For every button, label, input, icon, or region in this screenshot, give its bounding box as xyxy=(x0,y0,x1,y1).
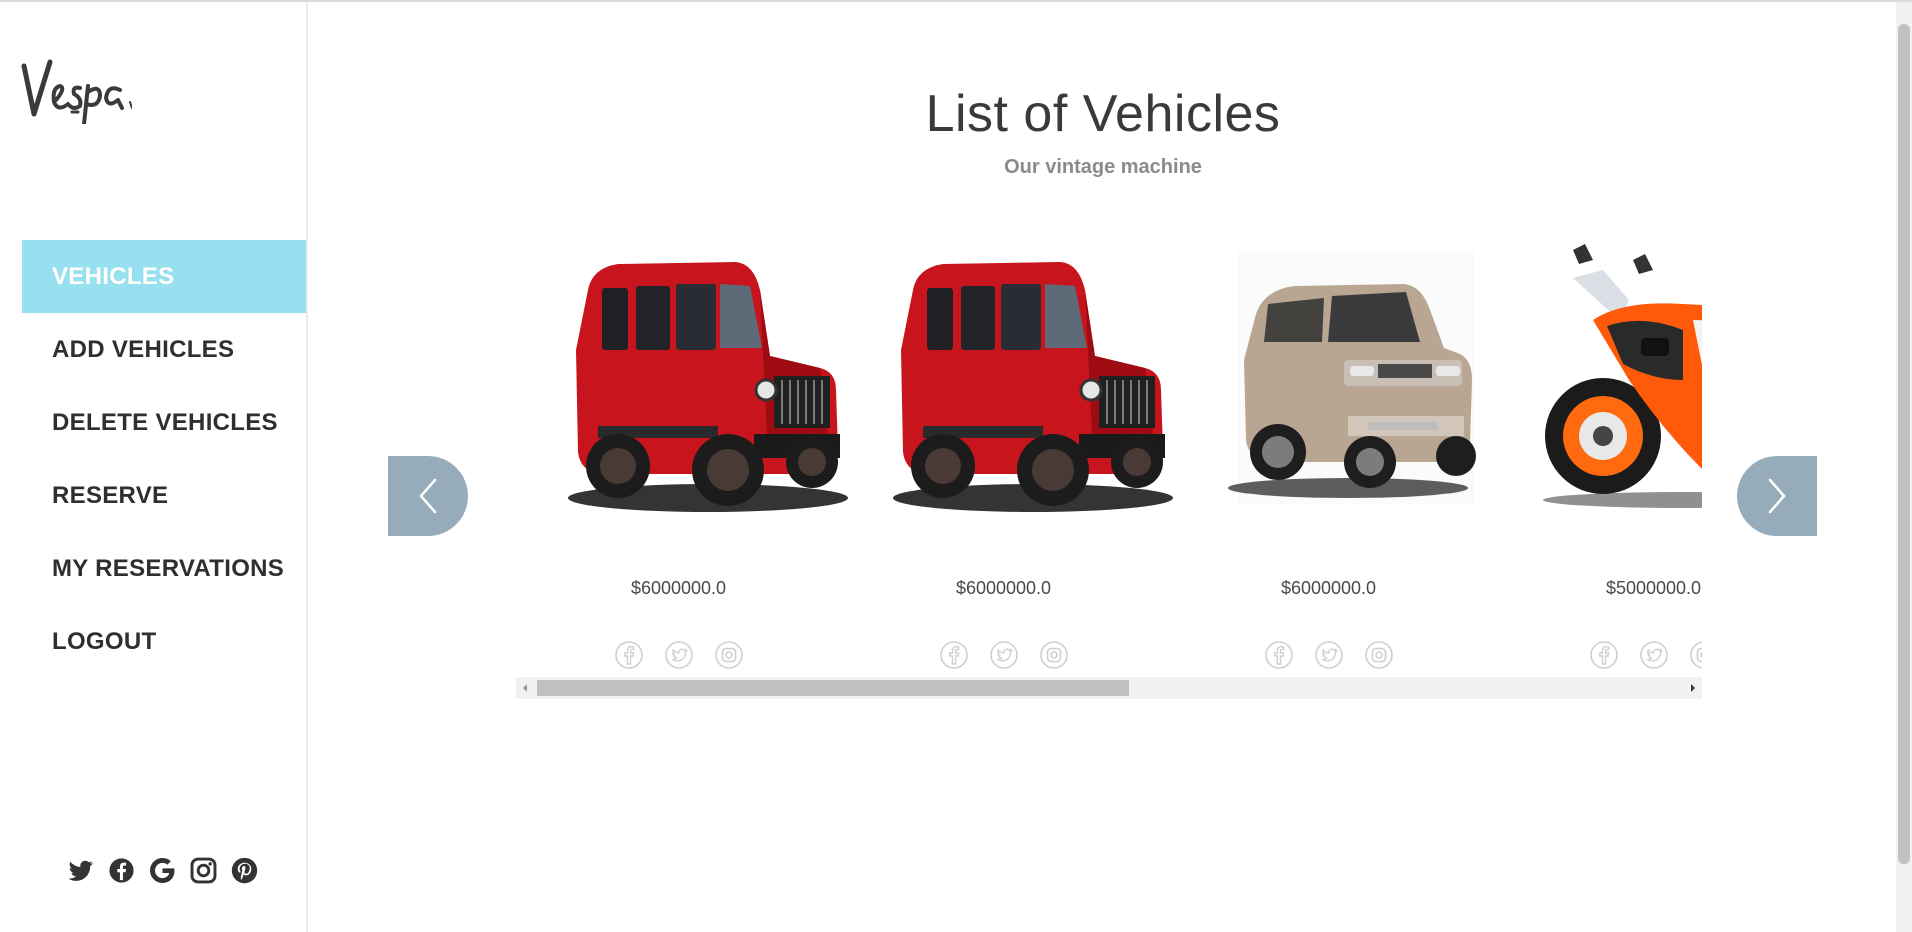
twitter-icon[interactable] xyxy=(66,856,95,885)
vehicle-card[interactable]: $6000000.0 xyxy=(841,220,1173,669)
vehicle-price: $6000000.0 xyxy=(1280,578,1377,598)
vehicle-card[interactable]: $6000000.0 xyxy=(516,220,848,669)
caret-left-icon xyxy=(523,684,527,692)
carousel-scrollbar[interactable] xyxy=(516,677,1702,699)
vehicle-social-icons xyxy=(516,640,841,670)
sidebar-item-logout[interactable]: LOGOUT xyxy=(22,605,306,678)
twitter-icon[interactable] xyxy=(664,640,694,670)
caret-right-icon xyxy=(1691,684,1695,692)
sidebar-item-delete-vehicles[interactable]: DELETE VEHICLES xyxy=(22,386,306,459)
vehicle-price: $6000000.0 xyxy=(955,578,1052,598)
facebook-icon[interactable] xyxy=(1264,640,1294,670)
vehicle-image-red-suv[interactable] xyxy=(883,230,1173,526)
social-links xyxy=(66,856,259,885)
main-content: List of Vehicles Our vintage machine $60… xyxy=(310,2,1896,932)
instagram-icon[interactable] xyxy=(1039,640,1069,670)
page-scrollbar[interactable] xyxy=(1896,2,1912,932)
vehicle-card[interactable]: $6000000.0 xyxy=(1166,220,1491,669)
vehicle-image-red-suv[interactable] xyxy=(558,230,848,526)
twitter-icon[interactable] xyxy=(989,640,1019,670)
chevron-right-icon xyxy=(1768,478,1786,514)
twitter-icon[interactable] xyxy=(1639,640,1669,670)
vehicle-social-icons xyxy=(1166,640,1491,670)
facebook-icon[interactable] xyxy=(107,856,136,885)
instagram-icon[interactable] xyxy=(1689,640,1703,670)
vehicle-image-orange-motorcycle[interactable] xyxy=(1533,230,1702,526)
scrollbar-thumb[interactable] xyxy=(537,680,1129,696)
vehicle-carousel[interactable]: $6000000.0 $6000000.0 $6000000.0 $500000… xyxy=(516,220,1702,680)
sidebar-item-my-reservations[interactable]: MY RESERVATIONS xyxy=(22,532,306,605)
vehicle-social-icons xyxy=(841,640,1166,670)
sidebar: VEHICLES ADD VEHICLES DELETE VEHICLES RE… xyxy=(0,2,308,932)
instagram-icon[interactable] xyxy=(714,640,744,670)
google-icon[interactable] xyxy=(148,856,177,885)
instagram-icon[interactable] xyxy=(189,856,218,885)
page-subtitle: Our vintage machine xyxy=(1004,156,1202,178)
page-scrollbar-thumb[interactable] xyxy=(1898,24,1910,864)
sidebar-item-add-vehicles[interactable]: ADD VEHICLES xyxy=(22,313,306,386)
facebook-icon[interactable] xyxy=(614,640,644,670)
vehicle-image-champagne-suv[interactable] xyxy=(1208,230,1498,526)
instagram-icon[interactable] xyxy=(1364,640,1394,670)
facebook-icon[interactable] xyxy=(1589,640,1619,670)
facebook-icon[interactable] xyxy=(939,640,969,670)
vehicle-price: $6000000.0 xyxy=(630,578,727,598)
chevron-left-icon xyxy=(419,478,437,514)
carousel-prev-button[interactable] xyxy=(388,456,468,536)
page-title: List of Vehicles xyxy=(925,85,1281,143)
vehicle-price: $5000000.0 xyxy=(1605,578,1702,598)
carousel-track: $6000000.0 $6000000.0 $6000000.0 $500000… xyxy=(516,220,1702,669)
vespa-logo[interactable] xyxy=(20,52,132,124)
vehicle-card[interactable]: $5000000.0 xyxy=(1491,220,1702,669)
sidebar-nav: VEHICLES ADD VEHICLES DELETE VEHICLES RE… xyxy=(22,240,306,678)
scroll-left-arrow[interactable] xyxy=(516,677,534,699)
pinterest-icon[interactable] xyxy=(230,856,259,885)
vehicle-social-icons xyxy=(1491,640,1702,670)
scroll-right-arrow[interactable] xyxy=(1684,677,1702,699)
sidebar-item-reserve[interactable]: RESERVE xyxy=(22,459,306,532)
sidebar-item-vehicles[interactable]: VEHICLES xyxy=(22,240,306,313)
carousel-next-button[interactable] xyxy=(1737,456,1817,536)
twitter-icon[interactable] xyxy=(1314,640,1344,670)
